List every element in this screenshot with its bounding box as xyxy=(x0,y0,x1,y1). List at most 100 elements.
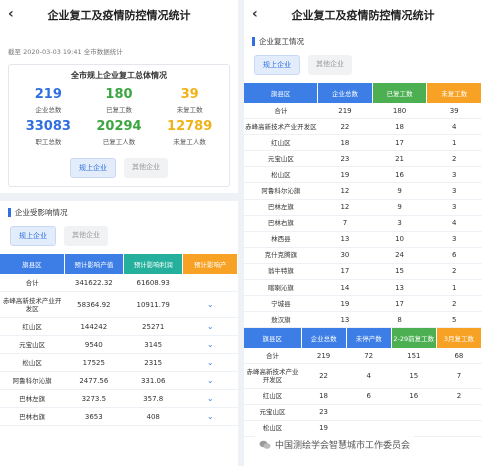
table-row[interactable]: 阿鲁科尔沁旗 2477.56 331.06 ⌄ xyxy=(0,371,238,390)
table-row[interactable]: 赤峰高新技术产业开发区 58364.92 10911.79 ⌄ xyxy=(0,291,238,318)
chevron-down-icon[interactable]: ⌄ xyxy=(182,407,238,426)
stat-resumed-companies: 180 已复工数 xyxy=(84,87,155,114)
value-cell: 17 xyxy=(372,295,427,313)
district-cell: 喀喇沁旗 xyxy=(244,279,318,297)
table-row[interactable]: 阿鲁科尔沁旗 12 9 3 xyxy=(244,182,482,200)
chevron-down-icon[interactable]: ⌄ xyxy=(182,371,238,390)
table-row[interactable]: 合计 219 72 151 68 xyxy=(244,348,482,365)
value-cell: 23 xyxy=(317,150,373,168)
table-row[interactable]: 巴林右旗 7 3 4 xyxy=(244,215,482,232)
table-row[interactable]: 合计 219 180 39 xyxy=(244,103,482,120)
value-cell: 21 xyxy=(372,150,427,168)
value-cell: 18 xyxy=(301,388,347,405)
district-cell: 敖汉旗 xyxy=(244,311,318,329)
right-screen: ‹ 企业复工及疫情防控情况统计 企业复工情况 规上企业 其他企业 旗县区 企业总… xyxy=(244,0,482,466)
table-row[interactable]: 赤峰高新技术产业开发区 22 4 15 7 xyxy=(244,363,482,389)
table-row[interactable]: 红山区 18 6 16 2 xyxy=(244,388,482,405)
district-cell: 巴林左旗 xyxy=(0,389,65,408)
table-row[interactable]: 松山区 19 16 3 xyxy=(244,166,482,184)
value-cell: 8 xyxy=(372,311,427,329)
value-cell: 12 xyxy=(317,199,373,216)
table-row[interactable]: 林西县 13 10 3 xyxy=(244,231,482,248)
chevron-down-icon[interactable]: ⌄ xyxy=(182,317,238,336)
tab-above-scale[interactable]: 规上企业 xyxy=(70,158,116,178)
stat-label: 职工总数 xyxy=(35,138,62,146)
stat-resumed-employees: 20294 已复工人数 xyxy=(84,119,155,146)
table-row[interactable]: 元宝山区 23 xyxy=(244,404,482,421)
district-cell: 宁城县 xyxy=(244,295,318,313)
table-row[interactable]: 松山区 19 xyxy=(244,420,482,437)
district-cell: 巴林右旗 xyxy=(244,215,318,232)
value-cell xyxy=(391,420,437,437)
chevron-down-icon[interactable]: ⌄ xyxy=(182,389,238,408)
stat-value: 20294 xyxy=(96,119,142,134)
table-row[interactable]: 松山区 17525 2315 ⌄ xyxy=(0,353,238,372)
district-cell: 合计 xyxy=(244,348,301,365)
table-row[interactable]: 红山区 18 17 1 xyxy=(244,134,482,152)
col-header-total: 企业总数 xyxy=(317,83,373,103)
chevron-down-icon[interactable]: ⌄ xyxy=(182,353,238,372)
value-cell xyxy=(436,404,482,421)
district-cell: 红山区 xyxy=(244,388,301,405)
table-row[interactable]: 敖汉旗 13 8 5 xyxy=(244,311,482,329)
value-cell: 2 xyxy=(426,150,482,168)
value-cell: 3 xyxy=(426,182,482,200)
tab-other-companies[interactable]: 其他企业 xyxy=(308,55,352,75)
table-row[interactable]: 克什克腾旗 30 24 6 xyxy=(244,247,482,264)
col-header-district: 旗县区 xyxy=(0,254,65,274)
table-row[interactable]: 喀喇沁旗 14 13 1 xyxy=(244,279,482,297)
header: ‹ 企业复工及疫情防控情况统计 xyxy=(0,0,238,30)
stat-label: 已复工数 xyxy=(105,106,132,114)
stat-value: 180 xyxy=(105,87,133,102)
value-cell: 3 xyxy=(426,166,482,184)
stat-label: 未复工人数 xyxy=(173,138,206,146)
chevron-down-icon[interactable] xyxy=(182,274,238,292)
chevron-down-icon[interactable]: ⌄ xyxy=(182,291,238,318)
value-cell: 6 xyxy=(346,388,392,405)
table-row[interactable]: 元宝山区 23 21 2 xyxy=(244,150,482,168)
data-timestamp: 截至 2020-03-03 19:41 全市数据统计 xyxy=(8,48,123,56)
district-cell: 松山区 xyxy=(244,420,301,437)
value-cell xyxy=(436,420,482,437)
overview-panel: 全市规上企业复工总体情况 219 企业总数 180 已复工数 39 未复工数 3… xyxy=(8,64,230,187)
table-row[interactable]: 红山区 144242 25271 ⌄ xyxy=(0,317,238,336)
value-cell: 10 xyxy=(372,231,427,248)
table-row[interactable]: 巴林左旗 3273.5 357.8 ⌄ xyxy=(0,389,238,408)
tab-other-companies[interactable]: 其他企业 xyxy=(124,158,168,178)
value-cell: 9540 xyxy=(64,335,124,354)
tab-above-scale[interactable]: 规上企业 xyxy=(10,226,56,246)
value-cell: 219 xyxy=(317,103,373,120)
stat-total-employees: 33083 职工总数 xyxy=(13,119,84,146)
overview-tabs: 规上企业 其他企业 xyxy=(9,152,229,186)
table-row[interactable]: 宁城县 19 17 2 xyxy=(244,295,482,313)
table-row[interactable]: 合计 341622.32 61608.93 xyxy=(0,274,238,292)
district-cell: 巴林左旗 xyxy=(244,199,318,216)
district-cell: 元宝山区 xyxy=(244,404,301,421)
value-cell: 219 xyxy=(301,348,347,365)
section-marker xyxy=(252,37,255,46)
table-row[interactable]: 巴林左旗 12 9 3 xyxy=(244,199,482,216)
table-row[interactable]: 巴林右旗 3653 408 ⌄ xyxy=(0,407,238,426)
col-header-total: 企业总数 xyxy=(301,328,347,349)
chevron-down-icon[interactable]: ⌄ xyxy=(182,335,238,354)
back-chevron-icon[interactable]: ‹ xyxy=(252,6,258,22)
value-cell: 3 xyxy=(372,215,427,232)
tab-other-companies[interactable]: 其他企业 xyxy=(64,226,108,246)
table-row[interactable]: 元宝山区 9540 3145 ⌄ xyxy=(0,335,238,354)
value-cell: 17525 xyxy=(64,353,124,372)
value-cell: 9 xyxy=(372,182,427,200)
stat-value: 39 xyxy=(180,87,199,102)
value-cell: 39 xyxy=(426,103,482,120)
col-header-impact-output: 预计影响产值 xyxy=(64,254,125,274)
table-row[interactable]: 赤峰高新技术产业开发区 22 18 4 xyxy=(244,118,482,136)
col-header-resumed-before-229: 2-29前复工数 xyxy=(391,328,437,349)
value-cell xyxy=(346,420,392,437)
resume-section-title: 企业复工情况 xyxy=(244,30,482,51)
tab-above-scale[interactable]: 规上企业 xyxy=(254,55,300,75)
page-title: 企业复工及疫情防控情况统计 xyxy=(291,9,435,22)
table-row[interactable]: 翁牛特旗 17 15 2 xyxy=(244,263,482,281)
back-chevron-icon[interactable]: ‹ xyxy=(8,6,14,22)
value-cell: 1 xyxy=(426,279,482,297)
value-cell: 13 xyxy=(317,311,373,329)
district-cell: 阿鲁科尔沁旗 xyxy=(0,371,65,390)
